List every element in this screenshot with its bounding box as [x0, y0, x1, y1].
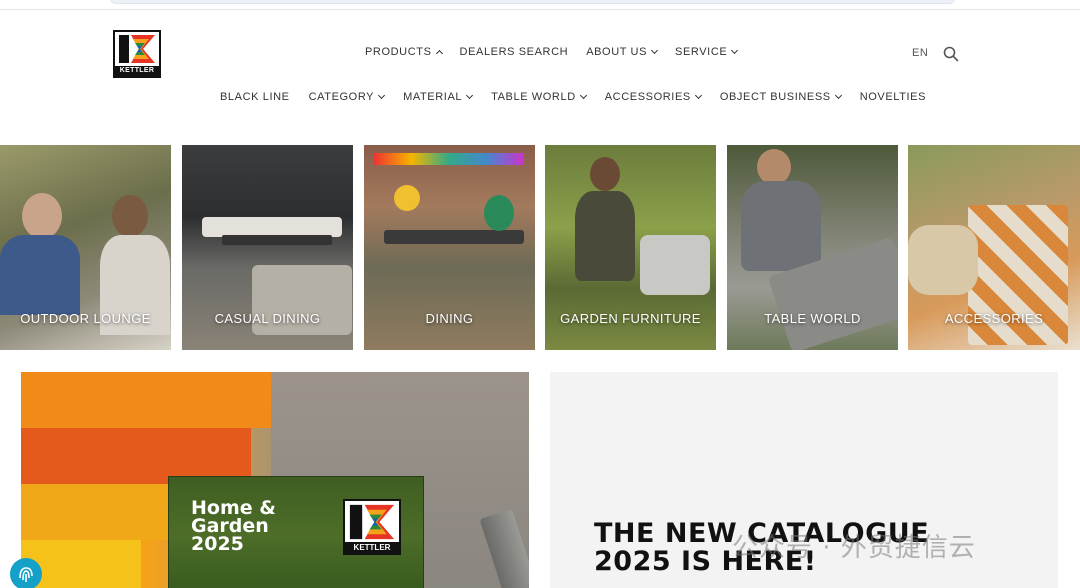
tile-table-world[interactable]: TABLE WORLD — [727, 145, 898, 350]
nav-label: ACCESSORIES — [604, 91, 691, 103]
tile-label: DINING — [425, 311, 474, 326]
watermark-text: 公众号 · 外贸捷信云 — [732, 533, 976, 563]
nav-label: TABLE WORLD — [491, 91, 576, 103]
cover-title-line: 2025 — [191, 533, 244, 555]
tile-label: ACCESSORIES — [944, 311, 1044, 326]
bunting-shape — [374, 153, 524, 165]
tile-label: CASUAL DINING — [214, 311, 321, 326]
blanket-shape — [908, 225, 978, 295]
address-bar[interactable] — [110, 0, 955, 4]
tile-outdoor-lounge[interactable]: OUTDOOR LOUNGE — [0, 145, 171, 350]
cover-logo-text: KETTLER — [345, 542, 399, 553]
decor-stripe — [21, 372, 291, 428]
nav-label: NOVELTIES — [859, 91, 927, 103]
nav-accessories[interactable]: ACCESSORIES — [604, 91, 702, 103]
nav-table-world[interactable]: TABLE WORLD — [491, 91, 587, 103]
nav-label: ABOUT US — [586, 46, 648, 58]
person-shape — [484, 195, 514, 231]
chair-shape — [640, 235, 710, 295]
nav-label: DEALERS SEARCH — [459, 46, 569, 58]
primary-nav: PRODUCTS DEALERS SEARCH ABOUT US SERVICE — [365, 46, 755, 58]
tile-label: OUTDOOR LOUNGE — [20, 311, 151, 326]
decor-stripe — [21, 484, 191, 540]
category-tiles: OUTDOOR LOUNGE CASUAL DINING DINING GARD… — [0, 145, 1080, 350]
nav-label: PRODUCTS — [365, 46, 432, 58]
logo-text: KETTLER — [115, 66, 159, 76]
person-shape — [0, 235, 80, 315]
person-shape — [22, 193, 62, 239]
person-shape — [741, 181, 821, 271]
nav-label: CATEGORY — [308, 91, 375, 103]
nav-service[interactable]: SERVICE — [675, 46, 739, 58]
nav-object-business[interactable]: OBJECT BUSINESS — [719, 91, 842, 103]
kettler-logo[interactable]: KETTLER — [113, 30, 161, 78]
nav-black-line[interactable]: BLACK LINE — [220, 91, 290, 103]
person-shape — [757, 149, 791, 185]
sofa-shape — [202, 217, 342, 237]
nav-label: OBJECT BUSINESS — [719, 91, 831, 103]
tile-label: TABLE WORLD — [764, 311, 861, 326]
nav-label: MATERIAL — [403, 91, 463, 103]
person-shape — [590, 157, 620, 191]
tile-label: GARDEN FURNITURE — [560, 311, 701, 326]
fingerprint-icon[interactable] — [10, 558, 42, 588]
chevron-down-icon — [650, 46, 659, 55]
nav-category[interactable]: CATEGORY — [308, 91, 386, 103]
nav-label: BLACK LINE — [220, 91, 290, 103]
nav-material[interactable]: MATERIAL — [403, 91, 474, 103]
nav-novelties[interactable]: NOVELTIES — [860, 91, 926, 103]
nav-label: SERVICE — [675, 46, 728, 58]
nav-products[interactable]: PRODUCTS — [365, 46, 443, 58]
table-shape — [222, 235, 332, 245]
balloon-shape — [394, 185, 420, 211]
browser-bar — [0, 0, 1080, 10]
person-shape — [112, 195, 148, 237]
tile-accessories[interactable]: ACCESSORIES — [908, 145, 1080, 350]
cover-logo: KETTLER — [343, 499, 401, 555]
nav-about-us[interactable]: ABOUT US — [586, 46, 659, 58]
chevron-down-icon — [378, 91, 386, 100]
nav-dealers-search[interactable]: DEALERS SEARCH — [460, 46, 569, 58]
chevron-down-icon — [834, 91, 842, 100]
secondary-nav: BLACK LINE CATEGORY MATERIAL TABLE WORLD… — [220, 91, 945, 103]
cover-title: Home & Garden 2025 — [191, 499, 276, 555]
tile-garden-furniture[interactable]: GARDEN FURNITURE — [545, 145, 716, 350]
language-switcher[interactable]: EN — [912, 47, 928, 59]
catalogue-image[interactable]: Home & Garden 2025 KETTLER — [21, 372, 529, 588]
chevron-down-icon — [466, 91, 474, 100]
tile-casual-dining[interactable]: CASUAL DINING — [182, 145, 353, 350]
search-icon[interactable] — [943, 46, 959, 62]
tile-dining[interactable]: DINING — [364, 145, 535, 350]
person-shape — [575, 191, 635, 281]
chevron-up-icon — [435, 49, 443, 57]
table-shape — [384, 230, 524, 244]
chevron-down-icon — [694, 91, 702, 100]
chevron-down-icon — [579, 91, 587, 100]
chevron-down-icon — [731, 46, 739, 55]
catalogue-cover: Home & Garden 2025 KETTLER — [168, 476, 424, 588]
